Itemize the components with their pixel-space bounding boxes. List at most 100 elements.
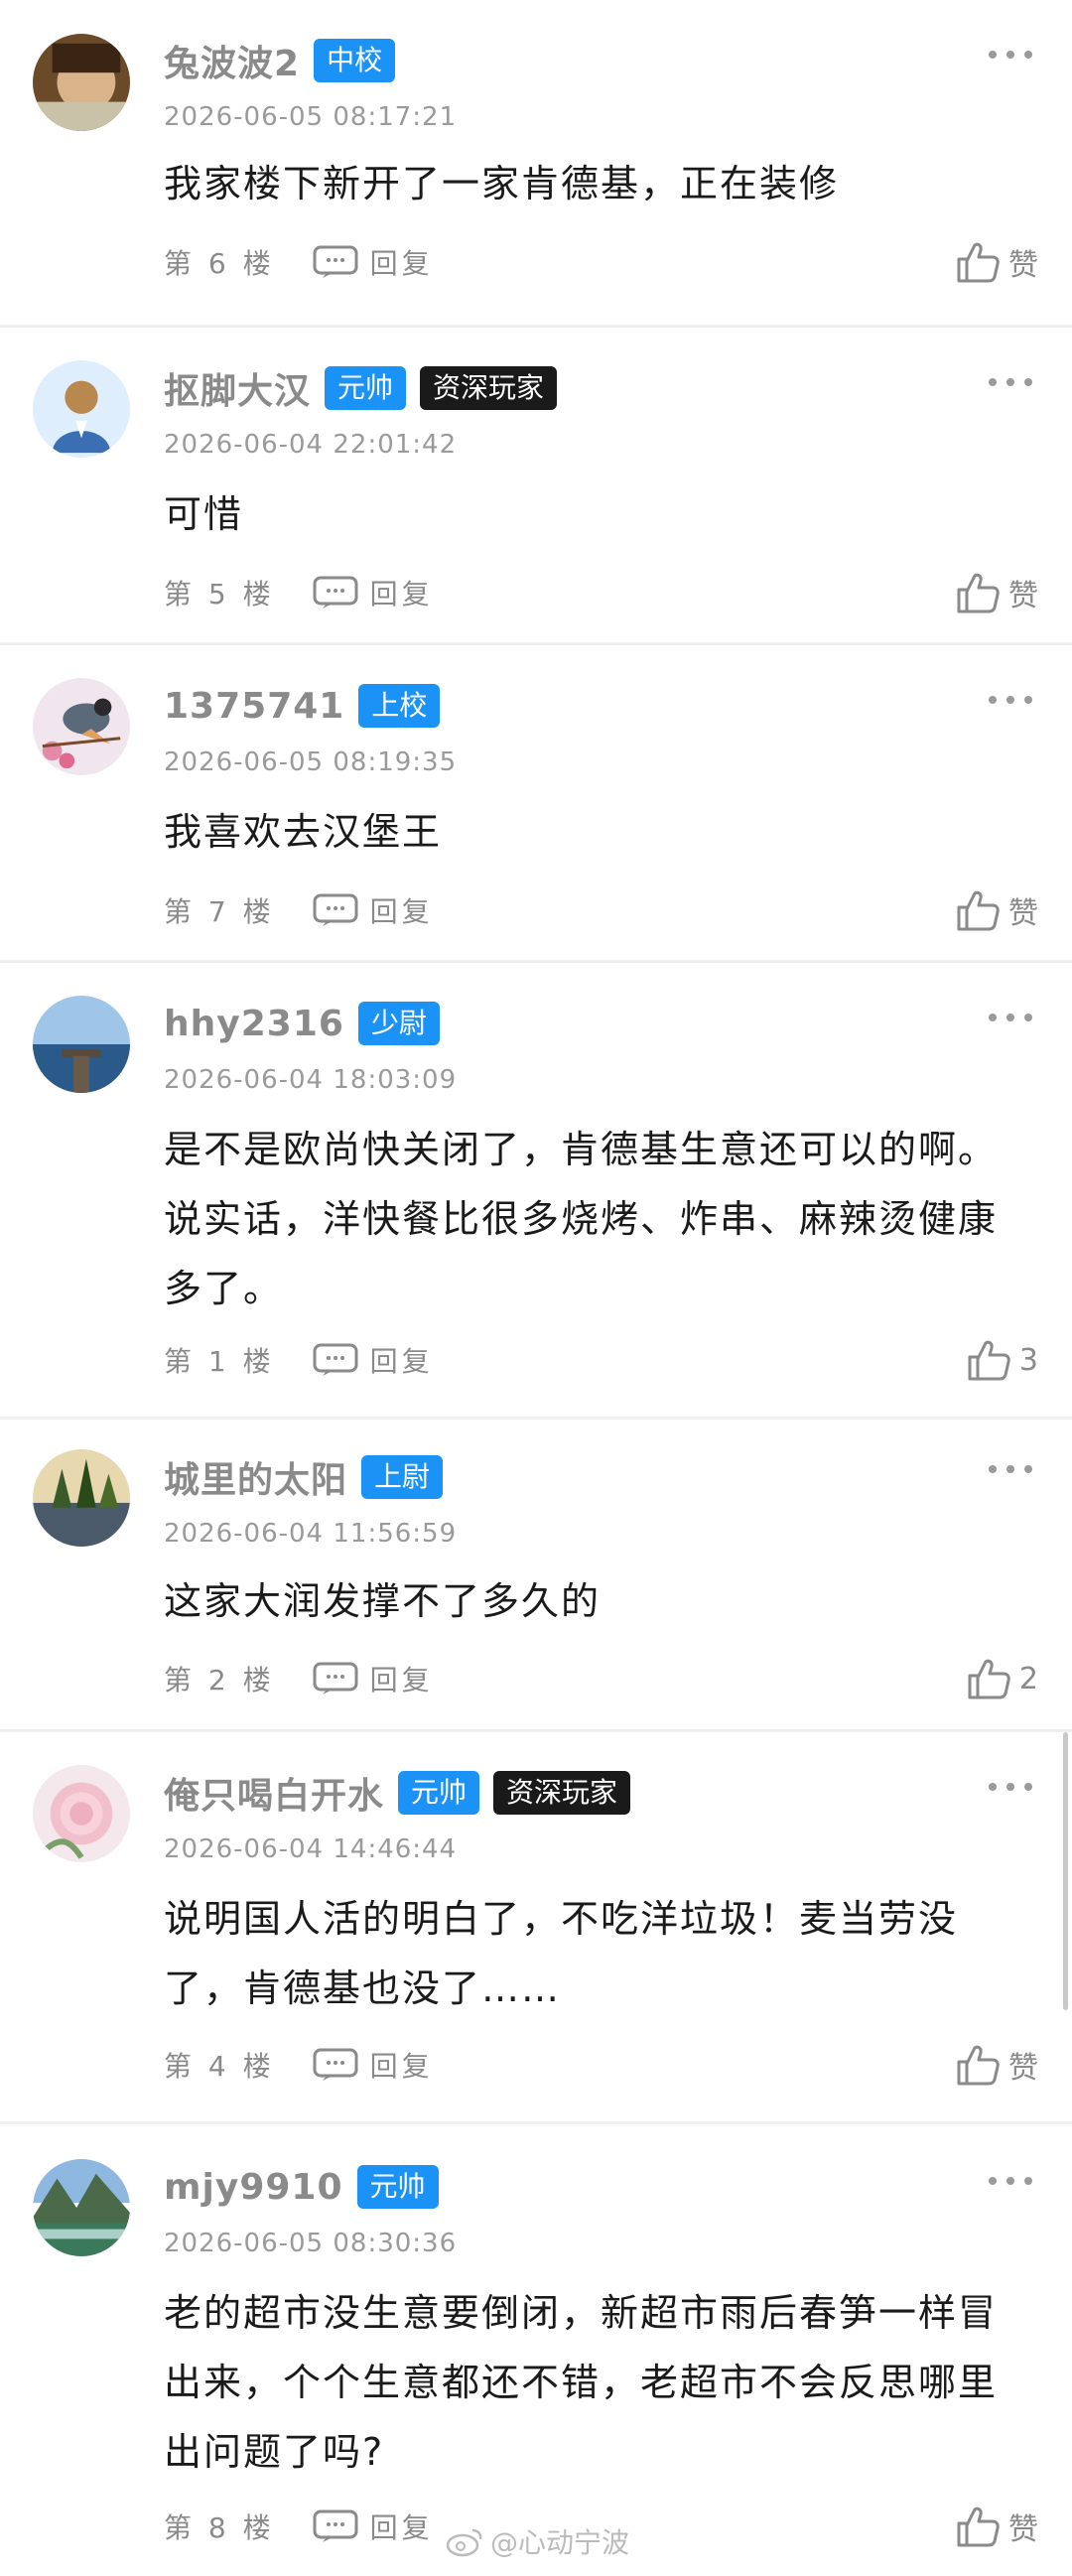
- rank-badge: 元帅: [356, 2165, 439, 2209]
- comment-footer: 第 6 楼 回复: [164, 237, 434, 287]
- reply-label: 回复: [369, 578, 434, 610]
- avatar[interactable]: [33, 360, 130, 458]
- like-button[interactable]: 2: [966, 1654, 1038, 1703]
- username[interactable]: 兔波波2: [164, 35, 300, 86]
- floor-number: 第 6 楼: [164, 247, 275, 280]
- avatar[interactable]: [33, 996, 130, 1093]
- reply-button[interactable]: 回复: [313, 2507, 434, 2546]
- like-button[interactable]: 赞: [955, 568, 1038, 617]
- name-row: 1375741 上校: [164, 681, 441, 731]
- floor-number: 第 5 楼: [164, 578, 275, 610]
- comment-item: mjy9910 元帅 2026-06-05 08:30:36 老的超市没生意要倒…: [0, 2124, 1072, 2576]
- comment-item: hhy2316 少尉 2026-06-04 18:03:09 是不是欧尚快关闭了…: [0, 963, 1072, 1420]
- name-row: 兔波波2 中校: [164, 35, 396, 86]
- avatar[interactable]: [33, 1449, 130, 1547]
- comment-time: 2026-06-04 14:46:44: [164, 1834, 458, 1864]
- reply-icon: [313, 576, 358, 609]
- comment-text: 说明国人活的明白了，不吃洋垃圾！麦当劳没了，肯德基也没了……: [164, 1897, 959, 2010]
- like-button[interactable]: 赞: [955, 885, 1038, 935]
- watermark: @心动宁波: [445, 2521, 629, 2561]
- reply-button[interactable]: 回复: [313, 890, 434, 930]
- more-options-icon[interactable]: [989, 2166, 1032, 2196]
- reply-button[interactable]: 回复: [313, 2045, 434, 2085]
- comment-time: 2026-06-05 08:30:36: [164, 2229, 458, 2258]
- comment-item: 抠脚大汉 元帅 资深玩家 2026-06-04 22:01:42 可惜 第 5 …: [0, 328, 1072, 645]
- comment-time: 2026-06-05 08:17:21: [164, 102, 458, 132]
- like-button[interactable]: 赞: [955, 2040, 1038, 2090]
- more-options-icon[interactable]: [989, 367, 1032, 397]
- username[interactable]: 抠脚大汉: [164, 362, 311, 414]
- name-row: 城里的太阳 上尉: [164, 1451, 444, 1503]
- comment-text: 可惜: [164, 492, 244, 536]
- like-count: 2: [1018, 1661, 1038, 1696]
- username[interactable]: mjy9910: [164, 2167, 343, 2208]
- reply-icon: [313, 1343, 358, 1376]
- like-count: 3: [1018, 1342, 1038, 1378]
- comment-item: 兔波波2 中校 2026-06-05 08:17:21 我家楼下新开了一家肯德基…: [0, 0, 1072, 328]
- reply-label: 回复: [369, 1345, 434, 1378]
- comment-footer: 第 1 楼 回复: [164, 1335, 434, 1385]
- username[interactable]: 俺只喝白开水: [164, 1767, 384, 1819]
- avatar[interactable]: [33, 678, 130, 775]
- reply-icon: [313, 1662, 358, 1695]
- username[interactable]: 1375741: [164, 686, 344, 727]
- comment-text: 是不是欧尚快关闭了，肯德基生意还可以的啊。说实话，洋快餐比很多烧烤、炸串、麻辣烫…: [164, 1128, 999, 1310]
- floor-number: 第 4 楼: [164, 2050, 275, 2083]
- comment-text: 我喜欢去汉堡王: [164, 810, 443, 854]
- name-row: 俺只喝白开水 元帅 资深玩家: [164, 1767, 631, 1819]
- comment-time: 2026-06-04 11:56:59: [164, 1519, 458, 1549]
- like-button[interactable]: 赞: [955, 237, 1038, 287]
- comment-time: 2026-06-05 08:19:35: [164, 747, 458, 777]
- comment-footer: 第 7 楼 回复: [164, 885, 434, 935]
- floor-number: 第 8 楼: [164, 2511, 275, 2544]
- name-row: hhy2316 少尉: [164, 999, 440, 1048]
- rank-badge: 少尉: [357, 1002, 440, 1045]
- rank-badge: 上尉: [361, 1455, 444, 1499]
- more-options-icon[interactable]: [989, 1003, 1032, 1032]
- reply-button[interactable]: 回复: [313, 1340, 434, 1380]
- title-badge: 资深玩家: [420, 366, 558, 410]
- comment-text: 这家大润发撑不了多久的: [164, 1579, 602, 1623]
- reply-button[interactable]: 回复: [313, 573, 434, 612]
- like-count: 赞: [1008, 248, 1038, 283]
- comment-footer: 第 2 楼 回复: [164, 1654, 434, 1703]
- more-options-icon[interactable]: [989, 40, 1032, 69]
- rank-badge: 元帅: [325, 366, 407, 410]
- like-button[interactable]: 3: [966, 1335, 1038, 1385]
- reply-label: 回复: [369, 2050, 434, 2083]
- reply-icon: [313, 893, 358, 926]
- thumbs-up-icon: [957, 2507, 1000, 2547]
- username[interactable]: hhy2316: [164, 1004, 344, 1044]
- name-row: mjy9910 元帅: [164, 2162, 439, 2212]
- rank-badge: 元帅: [398, 1771, 480, 1815]
- reply-label: 回复: [369, 895, 434, 928]
- weibo-logo-icon: [446, 2528, 482, 2557]
- thumbs-up-icon: [968, 1659, 1010, 1699]
- reply-button[interactable]: 回复: [313, 1659, 434, 1698]
- thumbs-up-icon: [957, 2045, 1000, 2086]
- like-count: 赞: [1008, 2051, 1038, 2086]
- more-options-icon[interactable]: [989, 685, 1032, 715]
- username[interactable]: 城里的太阳: [164, 1451, 347, 1503]
- reply-label: 回复: [369, 1664, 434, 1696]
- name-row: 抠脚大汉 元帅 资深玩家: [164, 362, 558, 414]
- avatar[interactable]: [33, 1765, 130, 1862]
- reply-button[interactable]: 回复: [313, 242, 434, 282]
- floor-number: 第 2 楼: [164, 1664, 275, 1696]
- like-count: 赞: [1008, 2512, 1038, 2547]
- reply-icon: [313, 245, 358, 278]
- more-options-icon[interactable]: [989, 1772, 1032, 1802]
- comment-text: 我家楼下新开了一家肯德基，正在装修: [164, 162, 840, 205]
- floor-number: 第 7 楼: [164, 895, 275, 928]
- comment-text: 老的超市没生意要倒闭，新超市雨后春笋一样冒出来，个个生意都还不错，老超市不会反思…: [164, 2291, 999, 2474]
- like-button[interactable]: 赞: [955, 2502, 1038, 2551]
- avatar[interactable]: [33, 2159, 130, 2256]
- reply-label: 回复: [369, 247, 434, 280]
- like-count: 赞: [1008, 579, 1038, 613]
- more-options-icon[interactable]: [989, 1454, 1032, 1484]
- comment-item: 城里的太阳 上尉 2026-06-04 11:56:59 这家大润发撑不了多久的…: [0, 1420, 1072, 1732]
- scrollbar[interactable]: [1063, 1732, 1068, 2010]
- reply-icon: [313, 2509, 358, 2542]
- comment-item: 俺只喝白开水 元帅 资深玩家 2026-06-04 14:46:44 说明国人活…: [0, 1732, 1072, 2124]
- avatar[interactable]: [33, 34, 130, 131]
